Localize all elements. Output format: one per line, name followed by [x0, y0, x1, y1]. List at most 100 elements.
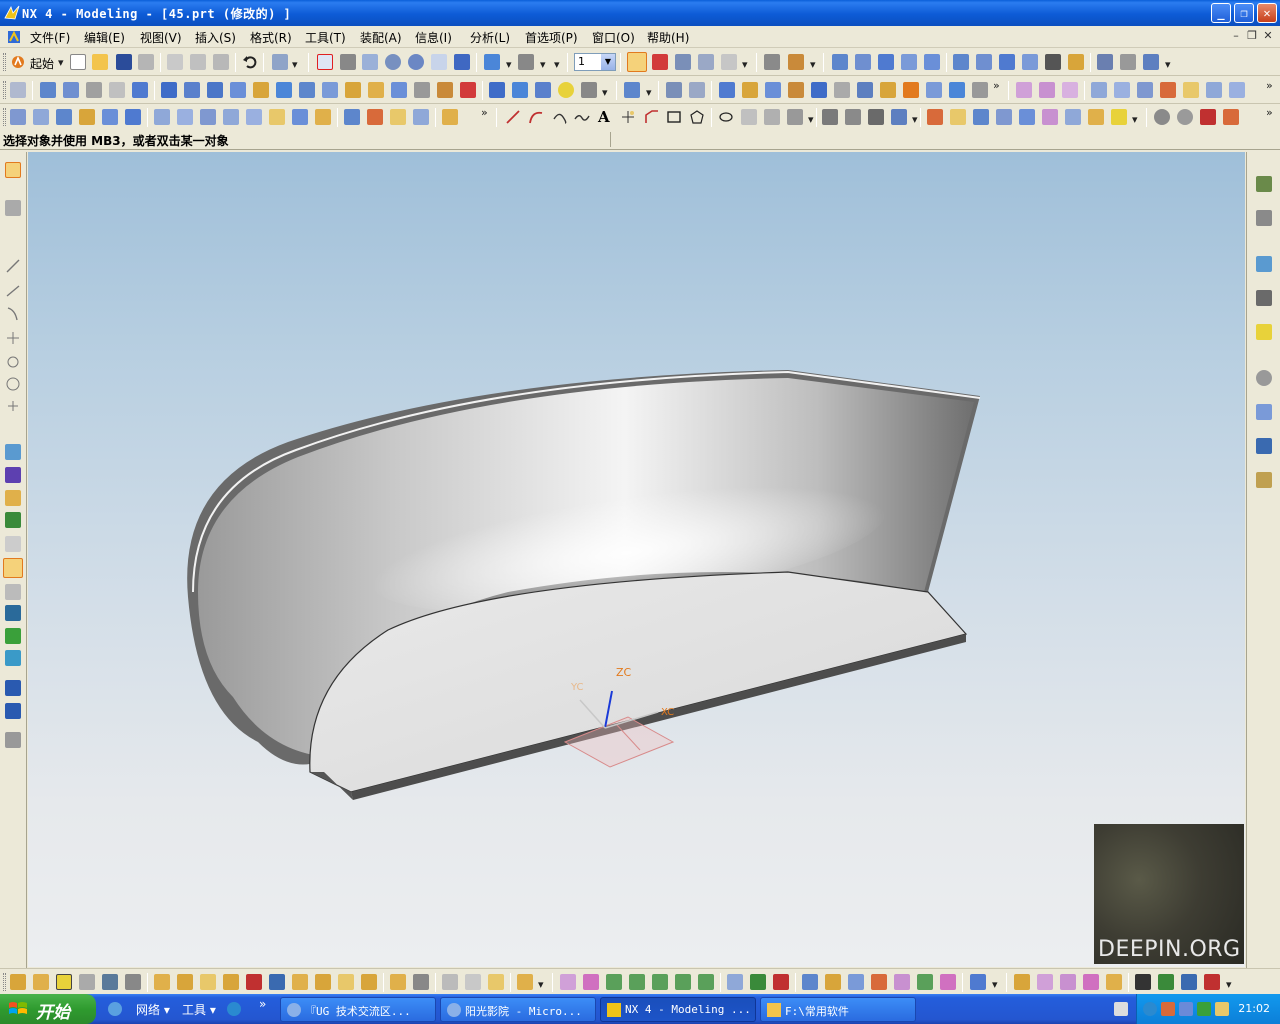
paste-icon[interactable]: [213, 54, 229, 70]
helix-icon[interactable]: [787, 109, 803, 125]
orient-view-icon[interactable]: [454, 54, 470, 70]
arc-icon[interactable]: [528, 109, 544, 125]
surface-tool-icon-5[interactable]: [102, 109, 118, 125]
active-render-tool-icon[interactable]: [3, 558, 23, 578]
freeform-op-icon-2[interactable]: [1037, 974, 1053, 990]
volume-icon[interactable]: [1215, 1002, 1229, 1016]
tray-app-icon-2[interactable]: [1197, 1002, 1211, 1016]
work-layer-combo[interactable]: 1 ▼: [574, 53, 616, 71]
nx-app-icon[interactable]: [3, 4, 21, 22]
surface-edit-icon-3[interactable]: [606, 974, 622, 990]
chamfer-icon[interactable]: [742, 82, 758, 98]
start-button[interactable]: 开始: [0, 994, 96, 1024]
render-tool-icon-12[interactable]: [5, 732, 21, 748]
point-set-icon[interactable]: [620, 109, 636, 125]
line-tool-icon[interactable]: [5, 258, 21, 274]
surface-tool-icon-3[interactable]: [56, 109, 72, 125]
filter-icon[interactable]: [675, 54, 691, 70]
surface-tool-icon-4[interactable]: [79, 109, 95, 125]
toolbar-overflow-chevron[interactable]: »: [481, 106, 488, 119]
hyperbola-icon[interactable]: [764, 109, 780, 125]
sync-icon-5[interactable]: [1045, 54, 1061, 70]
curve-edit-icon-4[interactable]: [891, 109, 907, 125]
free-form-icon-2[interactable]: [177, 109, 193, 125]
ellipse-icon[interactable]: [718, 109, 734, 125]
face-blend-icon[interactable]: [811, 82, 827, 98]
boss-icon[interactable]: [253, 82, 269, 98]
surface-icon-2[interactable]: [1114, 82, 1130, 98]
pan-icon[interactable]: [431, 54, 447, 70]
graphics-window[interactable]: ZC YC XC: [28, 152, 1245, 967]
edit-op-icon-3[interactable]: [200, 974, 216, 990]
sketch-op-icon-4[interactable]: [1204, 974, 1220, 990]
document-menu-icon[interactable]: [6, 29, 22, 45]
toolbar-grip[interactable]: [3, 973, 6, 991]
curve-op-dropdown-icon[interactable]: ▾: [1132, 113, 1138, 126]
menu-format[interactable]: 格式(R): [250, 29, 292, 46]
freeform-op-icon-3[interactable]: [1060, 974, 1076, 990]
assembly-dropdown-icon[interactable]: ▾: [1165, 58, 1171, 71]
assembly-icon-1[interactable]: [1097, 54, 1113, 70]
feature-op-icon-3[interactable]: [56, 974, 72, 990]
edit-op-icon-4[interactable]: [223, 974, 239, 990]
shape-icon-1[interactable]: [727, 974, 743, 990]
assembly-navigator-icon[interactable]: [1256, 176, 1272, 192]
new-file-icon[interactable]: [70, 54, 86, 70]
title-bar[interactable]: NX 4 - Modeling - [45.prt (修改的) ] _ ❐ ✕: [0, 0, 1280, 26]
scale-icon[interactable]: [834, 82, 850, 98]
surface-icon-3[interactable]: [1137, 82, 1153, 98]
pad-icon[interactable]: [299, 82, 315, 98]
surface-icon-4[interactable]: [1160, 82, 1176, 98]
datum-dropdown-icon[interactable]: ▾: [646, 86, 652, 99]
cross-tool-icon[interactable]: [5, 398, 21, 414]
curve-edit-icon-2[interactable]: [845, 109, 861, 125]
curve-edit-dropdown-icon[interactable]: ▾: [912, 113, 918, 126]
form-feature-icon-3[interactable]: [86, 82, 102, 98]
pattern-icon[interactable]: [857, 82, 873, 98]
object-icon-2[interactable]: [465, 974, 481, 990]
render-tool-icon-9[interactable]: [5, 650, 21, 666]
edit-op-icon-1[interactable]: [154, 974, 170, 990]
measure-distance-icon[interactable]: [764, 54, 780, 70]
free-form-icon-3[interactable]: [200, 109, 216, 125]
curve-dropdown-icon[interactable]: ▾: [808, 113, 814, 126]
render-tool-icon-5[interactable]: [5, 536, 21, 552]
transform-dropdown-icon[interactable]: ▾: [538, 978, 544, 991]
select-tool-icon[interactable]: [627, 52, 647, 72]
rectangle-icon[interactable]: [666, 109, 682, 125]
mesh-icon-6[interactable]: [917, 974, 933, 990]
draft-icon[interactable]: [788, 82, 804, 98]
fit-view-icon[interactable]: [317, 54, 333, 70]
feature-op-icon-4[interactable]: [79, 974, 95, 990]
slot-icon[interactable]: [322, 82, 338, 98]
free-form-icon-7[interactable]: [292, 109, 308, 125]
curve-op-icon-6[interactable]: [1042, 109, 1058, 125]
task-sunshine-cinema[interactable]: 阳光影院 - Micro...: [440, 997, 596, 1022]
clock[interactable]: 21:02: [1238, 1002, 1270, 1015]
free-form-icon-4[interactable]: [223, 109, 239, 125]
mesh-icon-2[interactable]: [825, 974, 841, 990]
feature-icon-3[interactable]: [878, 54, 894, 70]
tray-app-icon-1[interactable]: [1161, 1002, 1175, 1016]
point-icon[interactable]: [551, 109, 567, 125]
model-view[interactable]: ZC YC XC: [28, 152, 1245, 967]
magnify-icon[interactable]: [385, 54, 401, 70]
repeat-command-icon[interactable]: [272, 54, 288, 70]
menu-analysis[interactable]: 分析(L): [470, 29, 510, 46]
edit-feature-icon-2[interactable]: [1039, 82, 1055, 98]
flange-icon[interactable]: [442, 109, 458, 125]
sync-icon-3[interactable]: [999, 54, 1015, 70]
cone-icon[interactable]: [535, 82, 551, 98]
surface-icon-7[interactable]: [1229, 82, 1245, 98]
measure-angle-icon[interactable]: [788, 54, 804, 70]
layer-dropdown-icon[interactable]: ▼: [601, 54, 615, 70]
curve-op-icon-1[interactable]: [927, 109, 943, 125]
patch-icon[interactable]: [926, 82, 942, 98]
datum-icon[interactable]: [624, 82, 640, 98]
sphere-icon[interactable]: [558, 82, 574, 98]
feature-icon-2[interactable]: [855, 54, 871, 70]
render-tool-icon-2[interactable]: [5, 467, 21, 483]
tray-chevron-icon[interactable]: [1143, 1002, 1157, 1016]
sync-icon-2[interactable]: [976, 54, 992, 70]
mdi-restore-button[interactable]: ❐: [1245, 30, 1259, 43]
